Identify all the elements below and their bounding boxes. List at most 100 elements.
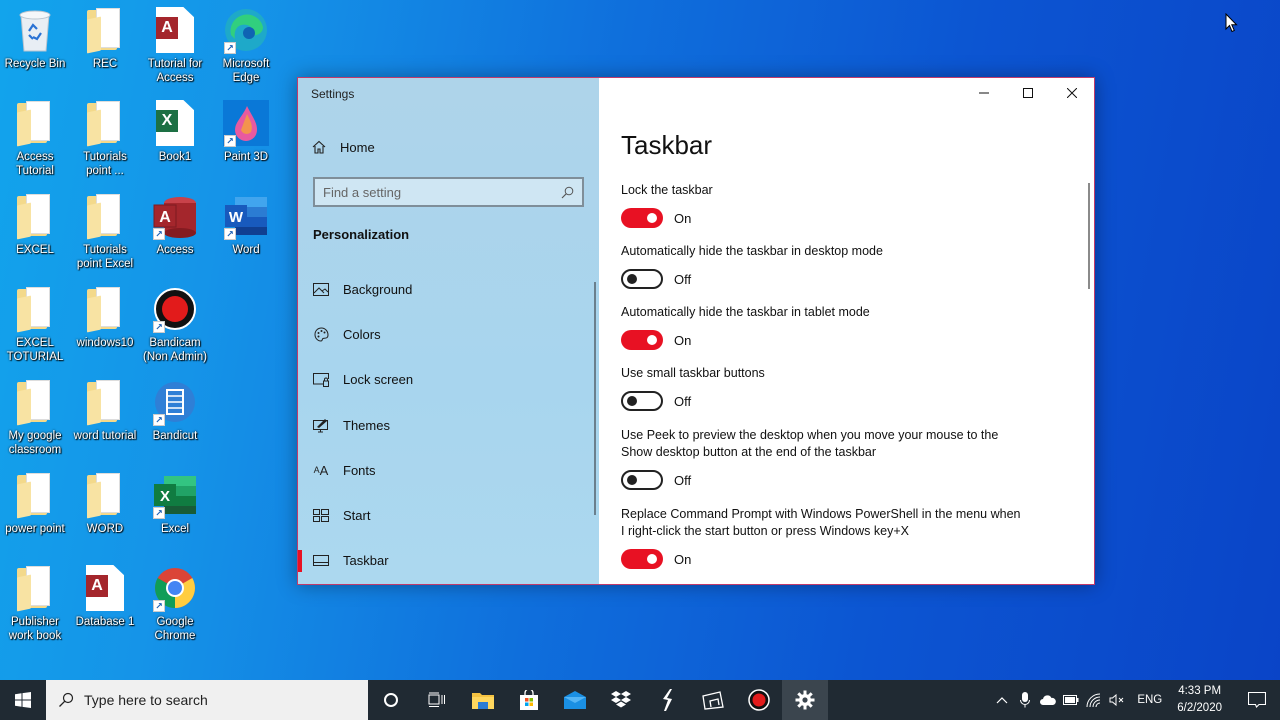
settings-button[interactable] <box>782 680 828 720</box>
close-button[interactable] <box>1050 78 1094 108</box>
desktop-icon[interactable]: My google classroom <box>0 378 72 457</box>
task-view-icon <box>428 692 445 707</box>
maximize-button[interactable] <box>1006 78 1050 108</box>
app-s-button[interactable] <box>644 680 690 720</box>
powershell-toggle[interactable] <box>621 549 663 569</box>
start-icon <box>313 508 329 524</box>
desktop-icon[interactable]: A Tutorial for Access <box>138 6 212 85</box>
language-indicator[interactable]: ENG <box>1128 694 1171 706</box>
setting-description: Replace Command Prompt with Windows Powe… <box>621 507 1021 538</box>
setting-powershell: Replace Command Prompt with Windows Powe… <box>621 506 1021 569</box>
desktop-icon[interactable]: word tutorial <box>68 378 142 443</box>
onedrive-tray[interactable] <box>1036 680 1059 720</box>
file-explorer-button[interactable] <box>460 680 506 720</box>
desktop-icon[interactable]: Recycle Bin <box>0 6 72 71</box>
desktop-icon[interactable]: EXCEL TOTURIAL <box>0 285 72 364</box>
setting-description: Use small taskbar buttons <box>621 366 765 380</box>
desktop-icon[interactable]: ↗ Google Chrome <box>138 564 212 643</box>
desktop-icon[interactable]: windows10 <box>68 285 142 350</box>
desktop-icon[interactable]: W ↗ Word <box>209 192 283 257</box>
autohide-desktop-toggle[interactable] <box>621 269 663 289</box>
desktop-icon[interactable]: ↗ Bandicam (Non Admin) <box>138 285 212 364</box>
tablet-app-icon <box>702 691 724 710</box>
setting-lock-taskbar: Lock the taskbar On <box>621 182 1051 228</box>
desktop-icon[interactable]: REC <box>68 6 142 71</box>
bandicam-button[interactable] <box>736 680 782 720</box>
tablet-app-button[interactable] <box>690 680 736 720</box>
desktop-icon[interactable]: A Database 1 <box>68 564 142 629</box>
image-icon <box>313 282 329 298</box>
content-scrollbar[interactable] <box>1088 183 1090 289</box>
desktop-icon-label: REC <box>92 58 118 70</box>
volume-tray[interactable] <box>1105 680 1128 720</box>
find-setting-search[interactable] <box>313 177 584 207</box>
taskbar-search-input[interactable] <box>84 692 344 708</box>
network-tray[interactable] <box>1082 680 1105 720</box>
show-hidden-icons-button[interactable] <box>990 680 1013 720</box>
lock-taskbar-toggle[interactable] <box>621 208 663 228</box>
desktop-icon[interactable]: EXCEL <box>0 192 72 257</box>
setting-description: Automatically hide the taskbar in deskto… <box>621 244 883 258</box>
desktop-icon-label: Tutorials point Excel <box>76 244 134 270</box>
desktop-icon-glyph: ↗ <box>222 6 270 54</box>
desktop-icon[interactable]: Publisher work book <box>0 564 72 643</box>
cortana-button[interactable] <box>368 680 414 720</box>
desktop-icon-glyph <box>11 378 59 426</box>
folder-icon <box>87 101 123 147</box>
small-buttons-toggle[interactable] <box>621 391 663 411</box>
home-icon <box>312 140 326 154</box>
find-setting-input[interactable] <box>323 184 561 200</box>
nav-item-fonts[interactable]: AA Fonts <box>298 448 594 493</box>
microsoft-store-button[interactable] <box>506 680 552 720</box>
desktop-icon[interactable]: Access Tutorial <box>0 99 72 178</box>
desktop-icon[interactable]: X Book1 <box>138 99 212 164</box>
battery-tray[interactable] <box>1059 680 1082 720</box>
desktop-icon[interactable]: power point <box>0 471 72 536</box>
desktop-icon[interactable]: A ↗ Access <box>138 192 212 257</box>
start-button[interactable] <box>0 680 46 720</box>
caption-buttons <box>962 78 1094 108</box>
autohide-tablet-toggle[interactable] <box>621 330 663 350</box>
fonts-icon: AA <box>313 462 329 478</box>
access-file-icon: A <box>156 7 194 53</box>
desktop-icon-glyph <box>81 6 129 54</box>
nav-item-lock-screen[interactable]: Lock screen <box>298 357 594 402</box>
setting-autohide-tablet: Automatically hide the taskbar in tablet… <box>621 304 1051 350</box>
file-explorer-icon <box>472 693 494 709</box>
dropbox-button[interactable] <box>598 680 644 720</box>
desktop-icon-glyph: X <box>151 99 199 147</box>
desktop-icon[interactable]: ↗ Microsoft Edge <box>209 6 283 85</box>
action-center-button[interactable] <box>1234 680 1280 720</box>
gear-icon <box>795 690 815 710</box>
nav-scrollbar[interactable] <box>594 282 596 515</box>
svg-text:X: X <box>160 488 170 505</box>
search-icon[interactable] <box>561 186 574 199</box>
peek-toggle[interactable] <box>621 470 663 490</box>
desktop-icon[interactable]: Tutorials point ... <box>68 99 142 178</box>
nav-item-start[interactable]: Start <box>298 493 594 538</box>
nav-item-taskbar[interactable]: Taskbar <box>298 538 594 583</box>
desktop-icon[interactable]: Tutorials point Excel <box>68 192 142 271</box>
nav-item-colors[interactable]: Colors <box>298 312 594 357</box>
notification-icon <box>1248 692 1266 708</box>
nav-item-themes[interactable]: Themes <box>298 403 594 448</box>
microphone-tray[interactable] <box>1013 680 1036 720</box>
mail-button[interactable] <box>552 680 598 720</box>
minimize-button[interactable] <box>962 78 1006 108</box>
nav-item-background[interactable]: Background <box>298 267 594 312</box>
taskbar-search[interactable] <box>46 680 368 720</box>
desktop-icon[interactable]: X ↗ Excel <box>138 471 212 536</box>
nav-home[interactable]: Home <box>312 136 375 158</box>
windows-logo-icon <box>15 692 31 708</box>
clock[interactable]: 4:33 PM 6/2/2020 <box>1171 683 1234 717</box>
page-title: Taskbar <box>621 130 713 160</box>
desktop-icon-label: Book1 <box>158 151 192 163</box>
desktop-icon-label: Microsoft Edge <box>222 58 270 84</box>
desktop-icon[interactable]: ↗ Bandicut <box>138 378 212 443</box>
palette-icon <box>313 327 329 343</box>
desktop-icon-glyph: ↗ <box>151 564 199 612</box>
task-view-button[interactable] <box>414 680 460 720</box>
desktop-icon[interactable]: ↗ Paint 3D <box>209 99 283 164</box>
close-icon <box>1067 88 1077 98</box>
desktop-icon[interactable]: WORD <box>68 471 142 536</box>
